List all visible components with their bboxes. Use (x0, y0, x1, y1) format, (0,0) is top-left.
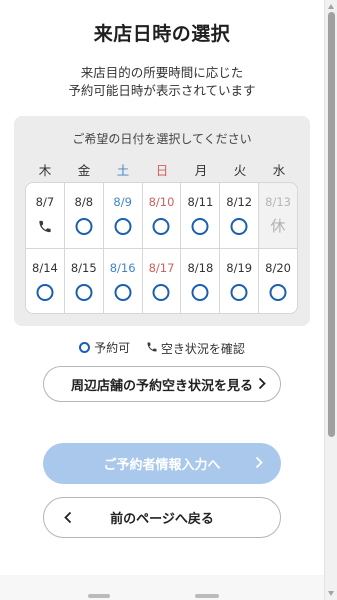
closed-text: 休 (270, 217, 286, 235)
calendar-legend: 予約可 空き状況を確認 (0, 339, 324, 357)
chevron-right-icon (255, 456, 263, 473)
weekday-label: 土 (116, 163, 130, 178)
back-button[interactable]: 前のページへ戻る (43, 497, 281, 538)
circle-icon (35, 283, 54, 302)
legend-phone: 空き状況を確認 (146, 340, 245, 357)
weekday-label: 火 (233, 163, 247, 178)
calendar-date-label: 8/9 (113, 195, 132, 209)
circle-icon (74, 283, 93, 302)
chevron-left-icon (64, 511, 72, 528)
vertical-scrollbar[interactable] (324, 0, 337, 600)
legend-phone-label: 空き状況を確認 (160, 342, 245, 356)
footer-text-fragment (88, 594, 110, 598)
legend-available-label: 予約可 (94, 341, 131, 355)
calendar-day-cell[interactable]: 8/16 (103, 248, 142, 313)
calendar-day-cell[interactable]: 8/15 (64, 248, 103, 313)
phone-icon (35, 217, 54, 236)
reservation-page: 来店日時の選択 来店目的の所要時間に応じた 予約可能日時が表示されています ご希… (0, 0, 324, 600)
calendar-day-cell[interactable]: 8/12 (220, 183, 259, 248)
calendar-date-label: 8/12 (226, 195, 253, 209)
nearby-stores-button[interactable]: 周辺店舗の予約空き状況を見る (43, 366, 281, 402)
calendar-date-label: 8/19 (226, 260, 253, 275)
circle-icon (113, 217, 132, 236)
calendar-caption: ご希望の日付を選択してください (72, 132, 252, 146)
scroll-up-arrow-icon[interactable] (328, 4, 334, 9)
weekday-label: 日 (155, 163, 169, 178)
phone-icon (146, 341, 158, 356)
circle-icon (230, 283, 249, 302)
circle-icon (191, 217, 210, 236)
calendar-day-cell[interactable]: 8/10 (142, 183, 181, 248)
weekday-label: 金 (77, 163, 91, 178)
next-button-label: ご予約者情報入力へ (103, 458, 221, 473)
circle-icon (74, 217, 93, 236)
calendar-date-label: 8/20 (265, 260, 291, 275)
legend-available: 予約可 (79, 339, 130, 356)
weekday-label: 木 (38, 163, 52, 178)
calendar-date-label: 8/18 (187, 260, 214, 275)
calendar-date-label: 8/15 (70, 260, 97, 275)
circle-icon (152, 217, 171, 236)
calendar-date-label: 8/7 (35, 195, 55, 209)
calendar-day-cell: 8/13 休 (259, 183, 297, 248)
subtitle-line-1: 来店目的の所要時間に応じた (80, 65, 244, 80)
calendar-day-cell[interactable]: 8/20 (259, 248, 297, 313)
calendar-day-cell[interactable]: 8/8 (64, 183, 103, 248)
calendar-grid: 8/7 8/8 8/9 8/10 8/11 8/12 8/13 休 8/14 8/15 8/16 8/… (25, 182, 298, 314)
circle-icon (191, 283, 210, 302)
nearby-stores-label: 周辺店舗の予約空き状況を見る (70, 378, 253, 394)
calendar-date-label: 8/16 (109, 260, 136, 275)
closed-label: 休 (269, 217, 288, 236)
circle-icon (79, 342, 91, 353)
scrollbar-thumb[interactable] (328, 12, 335, 437)
scroll-down-arrow-icon[interactable] (328, 591, 334, 596)
circle-icon (269, 283, 288, 302)
footer-text-fragment (195, 594, 219, 598)
calendar-date-label: 8/17 (148, 260, 175, 275)
weekday-label: 月 (194, 163, 208, 178)
calendar-day-cell[interactable]: 8/7 (26, 183, 64, 248)
chevron-right-icon (258, 377, 266, 394)
subtitle-line-2: 予約可能日時が表示されています (68, 83, 256, 98)
calendar-day-cell[interactable]: 8/11 (181, 183, 220, 248)
calendar-day-cell[interactable]: 8/9 (103, 183, 142, 248)
calendar-day-cell[interactable]: 8/17 (142, 248, 181, 313)
circle-icon (113, 283, 132, 302)
calendar-date-label: 8/11 (187, 195, 214, 209)
calendar-date-label: 8/14 (32, 260, 58, 275)
weekday-label: 水 (272, 163, 286, 178)
back-button-label: 前のページへ戻る (110, 512, 214, 527)
page-title: 来店日時の選択 (93, 23, 231, 45)
calendar-date-label: 8/13 (265, 195, 291, 209)
page-subtitle: 来店目的の所要時間に応じた 予約可能日時が表示されています (0, 64, 324, 100)
calendar-day-cell[interactable]: 8/19 (220, 248, 259, 313)
calendar-day-cell[interactable]: 8/14 (26, 248, 64, 313)
circle-icon (152, 283, 171, 302)
calendar-day-cell[interactable]: 8/18 (181, 248, 220, 313)
circle-icon (230, 217, 249, 236)
next-reservation-info-button[interactable]: ご予約者情報入力へ (43, 443, 281, 484)
footer-partial (0, 575, 324, 600)
calendar-date-label: 8/10 (148, 195, 175, 209)
calendar-date-label: 8/8 (74, 195, 94, 209)
